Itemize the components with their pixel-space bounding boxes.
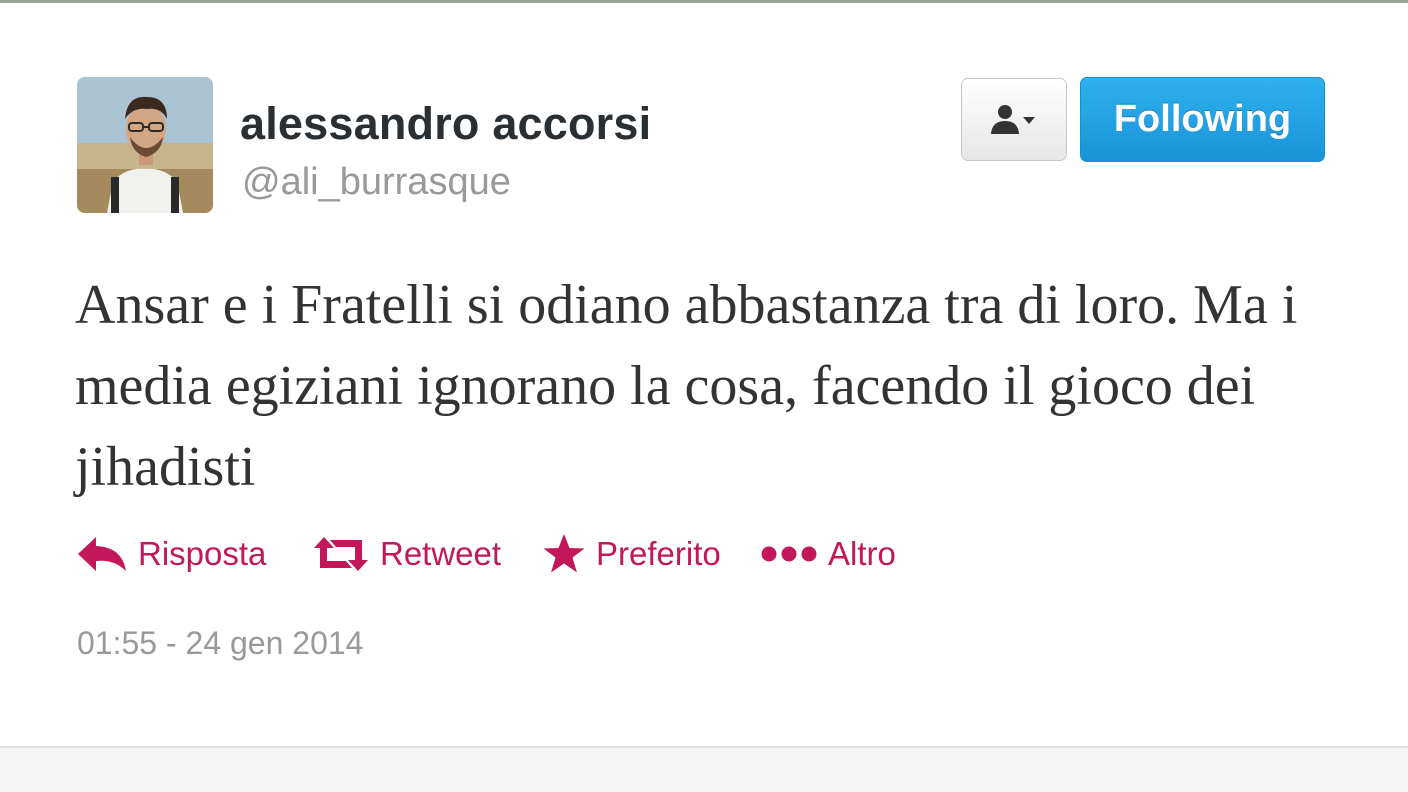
- retweet-action[interactable]: Retweet: [312, 535, 542, 573]
- avatar-photo: [77, 77, 213, 213]
- tweet-timestamp[interactable]: 01:55 - 24 gen 2014: [77, 625, 363, 662]
- favorite-action[interactable]: Preferito: [542, 533, 760, 575]
- star-icon: [543, 534, 585, 573]
- reply-arrow-icon: [78, 537, 126, 571]
- following-button[interactable]: Following: [1080, 77, 1325, 162]
- display-name[interactable]: alessandro accorsi: [240, 98, 651, 150]
- retweet-label: Retweet: [380, 535, 502, 572]
- tweet-text: Ansar e i Fratelli si odiano abbastanza …: [75, 274, 1298, 498]
- favorite-label: Preferito: [596, 535, 721, 572]
- screen-name[interactable]: @ali_burrasque: [242, 161, 511, 204]
- tweet-card: alessandro accorsi @ali_burrasque Follow…: [0, 3, 1408, 746]
- reply-label: Risposta: [138, 535, 267, 572]
- tweet-actions: Risposta Retweet Preferito Altro: [76, 531, 896, 577]
- avatar[interactable]: [77, 77, 213, 213]
- more-action[interactable]: Altro: [760, 535, 896, 573]
- retweet-icon: [314, 537, 368, 571]
- user-dropdown-icon: [991, 104, 1035, 134]
- ellipsis-icon: [761, 546, 817, 562]
- reply-action[interactable]: Risposta: [76, 535, 312, 573]
- user-actions-dropdown-button[interactable]: [961, 78, 1067, 161]
- more-label: Altro: [828, 535, 896, 572]
- footer-strip: [0, 748, 1408, 792]
